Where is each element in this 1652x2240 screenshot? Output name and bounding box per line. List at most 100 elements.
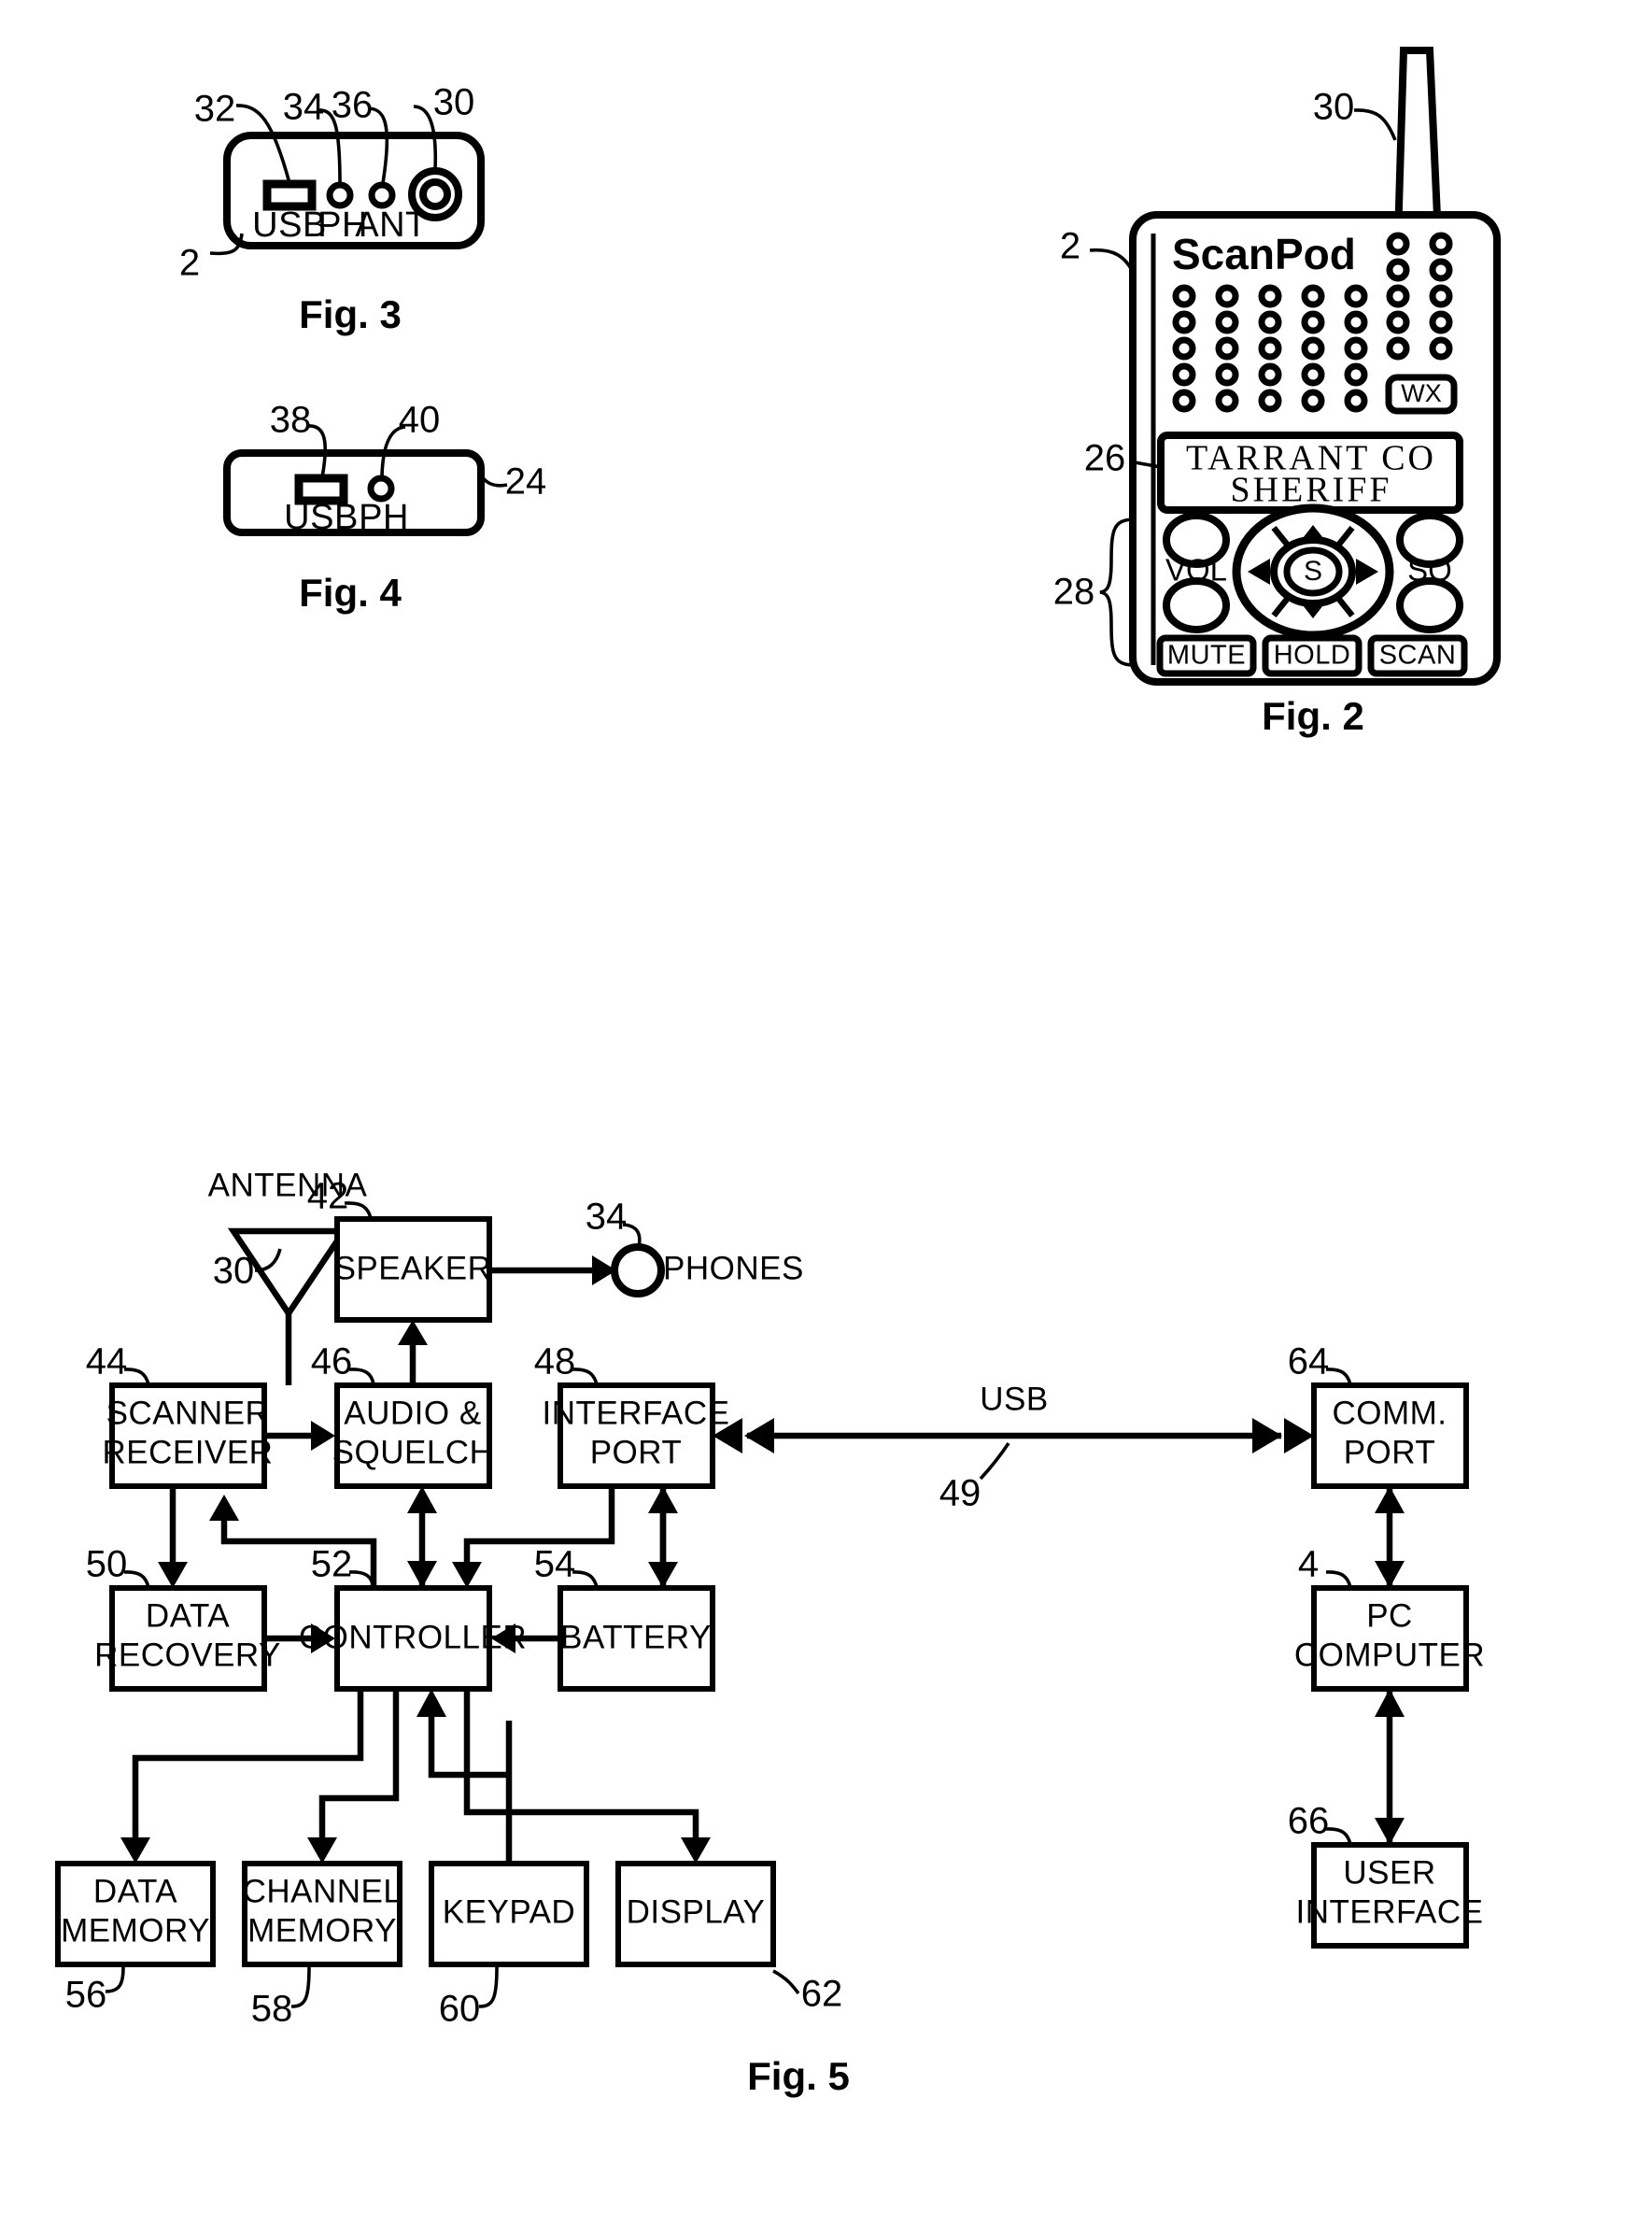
arrow-usb-right-2 (1252, 1418, 1282, 1453)
leader-4 (1325, 1570, 1352, 1588)
leader-66 (1325, 1827, 1352, 1845)
leader-64 (1325, 1368, 1352, 1385)
leader-24 (480, 475, 508, 488)
block-scanner-label-1: SCANNER (106, 1395, 270, 1431)
block-datamem-label-1: DATA (93, 1873, 177, 1909)
block-pc-label-2: COMPUTER (1294, 1637, 1485, 1673)
leader-30-fig2 (1353, 108, 1397, 141)
fig3-ref-2: 2 (179, 243, 200, 284)
arrow-audio-speaker (398, 1320, 428, 1345)
fig-4-group: 38 40 24 USB PH Fig. 4 (223, 400, 547, 615)
sq-down-button[interactable] (1396, 577, 1463, 633)
leader-50 (123, 1570, 150, 1588)
arrow-interface-battery (648, 1562, 678, 1588)
fig3-ref-32: 32 (194, 89, 236, 130)
arrow-usb-left-2 (744, 1418, 774, 1453)
lcd-line-2: SHERIFF (1230, 471, 1391, 510)
fig2-ref-30: 30 (1313, 87, 1355, 128)
fig5-ref-62: 62 (801, 1974, 843, 2015)
fig2-ref-28: 28 (1053, 572, 1095, 613)
block-pc-label-1: PC (1366, 1597, 1413, 1634)
block-datarec-label-1: DATA (146, 1597, 230, 1634)
leader-48 (572, 1368, 599, 1385)
fig5-ref-42: 42 (307, 1176, 349, 1217)
arrow-scanner-datarec (158, 1562, 188, 1588)
fig5-ref-49: 49 (939, 1473, 981, 1514)
leader-56 (105, 1966, 125, 1993)
fig3-ref-36: 36 (332, 85, 374, 126)
block-interface-label-1: INTERFACE (543, 1395, 730, 1431)
patent-drawing-sheet: 32 34 36 30 2 USB PH ANT Fig. 3 38 40 24… (0, 0, 1652, 2240)
arrow-controller-chanmem (307, 1837, 337, 1864)
vol-label: VOL (1165, 553, 1227, 588)
fig5-ref-56: 56 (65, 1975, 107, 2016)
speaker-to-phones-arrow (592, 1255, 616, 1285)
fig2-ref-2: 2 (1060, 226, 1080, 267)
mute-button-label: MUTE (1167, 641, 1246, 671)
fig2-brand: ScanPod (1172, 230, 1356, 278)
vol-down-button[interactable] (1163, 577, 1230, 633)
leader-44 (123, 1368, 150, 1385)
fig4-caption: Fig. 4 (299, 571, 402, 615)
arrow-comm-pc-down (1375, 1561, 1405, 1588)
fig5-caption: Fig. 5 (747, 2054, 850, 2098)
fig5-ref-44: 44 (86, 1341, 128, 1382)
conn-controller-datamem (132, 1689, 364, 1842)
block-chanmem-label-1: CHANNEL (243, 1873, 402, 1909)
phones-symbol (611, 1243, 665, 1297)
fig5-ref-34: 34 (586, 1197, 628, 1238)
fig5-ref-54: 54 (534, 1544, 576, 1585)
block-audio-label-2: SQUELCH (332, 1434, 494, 1470)
fig5-ref-66: 66 (1288, 1801, 1330, 1842)
fig-3-group: 32 34 36 30 2 USB PH ANT Fig. 3 (179, 82, 485, 336)
fig5-ref-60: 60 (439, 1989, 481, 2030)
block-chanmem-label-2: MEMORY (247, 1912, 397, 1949)
figure-canvas: 32 34 36 30 2 USB PH ANT Fig. 3 38 40 24… (55, 47, 1501, 2098)
fig5-ref-30: 30 (213, 1251, 255, 1292)
block-datarec-label-2: RECOVERY (94, 1637, 281, 1673)
fig2-ref-26: 26 (1084, 438, 1126, 479)
fig5-ref-52: 52 (311, 1544, 353, 1585)
fig4-ref-40: 40 (399, 400, 441, 441)
fig4-label-usb: USB (284, 498, 359, 537)
arrow-usb-right-1 (1284, 1418, 1314, 1453)
fig5-ref-50: 50 (86, 1544, 128, 1585)
fig3-ref-34: 34 (283, 87, 325, 128)
fig5-ref-58: 58 (251, 1989, 293, 2030)
block-comm-label-1: COMM. (1332, 1395, 1447, 1431)
leader-58 (290, 1966, 311, 2008)
fig-5-group: ANTENNA 30 SPEAKER 42 PHONES 34 SCANNER … (55, 1167, 1485, 2098)
leader-49 (979, 1442, 1010, 1481)
fig4-ph-jack-icon (367, 475, 395, 503)
fig4-ref-38: 38 (270, 400, 312, 441)
arrow-controller-scanner (209, 1495, 239, 1521)
conn-keypad-controller-2 (428, 1717, 509, 1779)
fig5-usb-label: USB (980, 1381, 1048, 1417)
ph-jack-icon (326, 181, 354, 209)
fig5-ref-46: 46 (311, 1341, 353, 1382)
fig5-ref-48: 48 (534, 1341, 576, 1382)
leader-2-fig2 (1089, 248, 1136, 275)
leader-62 (772, 1969, 800, 1995)
block-ui-label-1: USER (1343, 1854, 1435, 1891)
block-ui-label-2: INTERFACE (1296, 1893, 1484, 1930)
fig4-ref-24: 24 (505, 461, 547, 503)
arrow-comm-pc-up (1375, 1486, 1405, 1513)
select-button-label: S (1304, 556, 1322, 587)
fig5-phones-label: PHONES (663, 1250, 804, 1286)
fig3-caption: Fig. 3 (299, 292, 402, 336)
block-comm-label-2: PORT (1344, 1434, 1436, 1470)
block-battery-label: BATTERY (560, 1619, 712, 1655)
fig5-ref-4: 4 (1298, 1544, 1319, 1585)
arrow-pc-ui-up (1375, 1689, 1405, 1717)
block-datamem-label-2: MEMORY (61, 1912, 210, 1949)
arrow-controller-audio-up (407, 1486, 437, 1513)
hold-button-label: HOLD (1274, 641, 1351, 671)
leader-54 (572, 1570, 599, 1588)
arrow-controller-datamem (120, 1837, 150, 1864)
conn-controller-display (463, 1689, 699, 1842)
fig3-ref-30: 30 (433, 82, 475, 123)
fig4-label-ph: PH (359, 498, 409, 537)
fig2-caption: Fig. 2 (1262, 694, 1364, 738)
fig3-label-ant: ANT (355, 206, 428, 245)
